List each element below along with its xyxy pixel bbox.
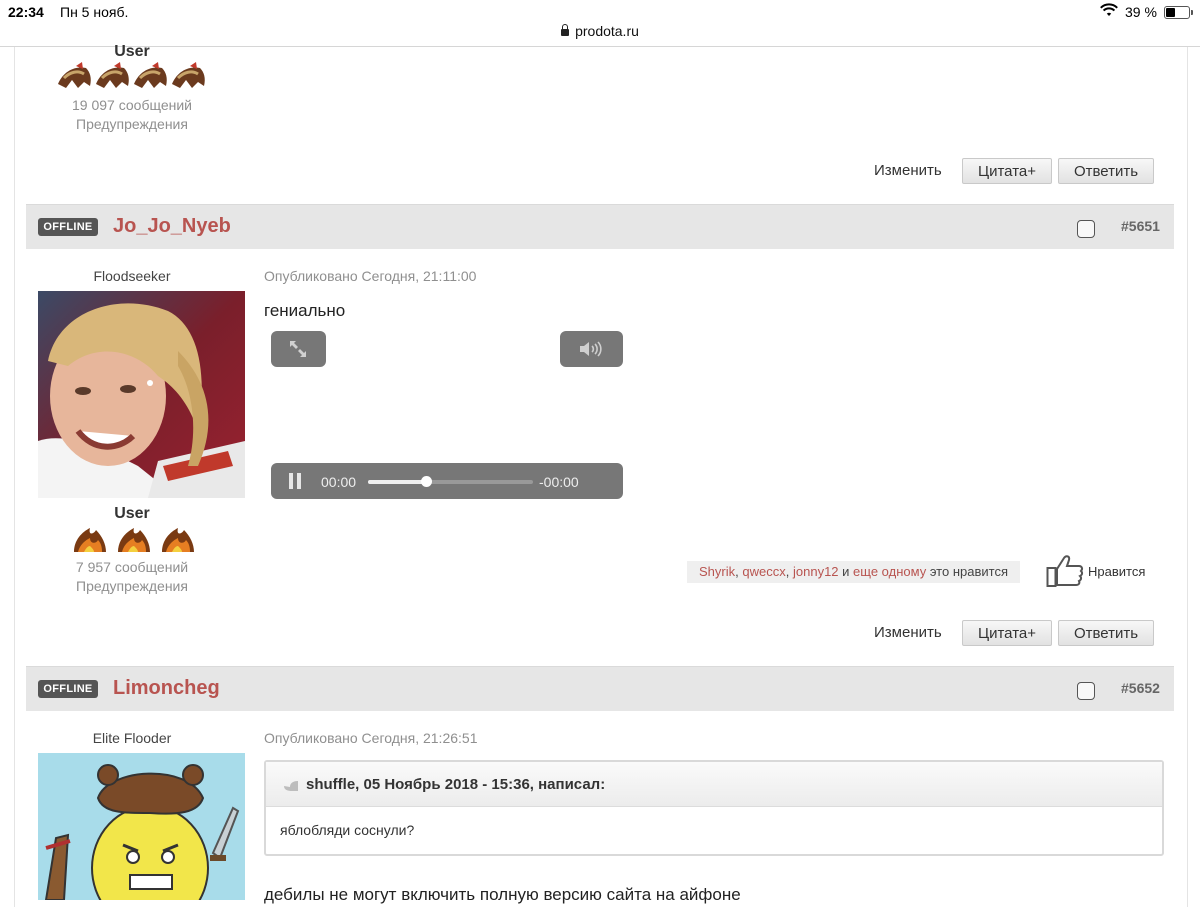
expand-icon xyxy=(290,341,306,357)
offline-badge: OFFLINE xyxy=(38,218,98,236)
select-post-checkbox[interactable] xyxy=(1077,220,1095,238)
username-link[interactable]: Jo_Jo_Nyeb xyxy=(113,215,231,238)
status-date: Пн 5 нояб. xyxy=(60,4,129,20)
user-rank: User xyxy=(114,505,150,522)
likes-and: и xyxy=(842,564,850,579)
quote-header: shuffle, 05 Ноябрь 2018 - 15:36, написал… xyxy=(266,762,1162,807)
reply-button[interactable]: Ответить xyxy=(1058,158,1154,184)
quote-block: shuffle, 05 Ноябрь 2018 - 15:36, написал… xyxy=(264,760,1164,856)
previous-post-messages: 19 097 сообщений xyxy=(72,97,192,113)
avatar[interactable] xyxy=(38,753,245,900)
speaker-icon xyxy=(580,341,602,357)
rank-title: Floodseeker xyxy=(93,268,171,284)
status-bar: 22:34 Пн 5 нояб. prodota.ru 39 % xyxy=(0,0,1200,47)
fire-rank-icon xyxy=(74,528,194,552)
post-body-text: гениально xyxy=(264,301,346,320)
edit-button[interactable]: Изменить xyxy=(874,162,942,179)
liker-separator: , xyxy=(785,564,790,579)
seek-handle[interactable] xyxy=(420,476,432,487)
wifi-icon xyxy=(1100,3,1118,16)
post-header: OFFLINE Jo_Jo_Nyeb #5651 xyxy=(26,204,1174,249)
post-number-link[interactable]: #5651 xyxy=(1121,218,1160,234)
post-date: Опубликовано Сегодня, 21:26:51 xyxy=(264,730,478,746)
likes-suffix: это нравится xyxy=(929,564,1008,579)
current-time: 00:00 xyxy=(321,474,357,490)
likes-summary: Shyrik, qweccx, jonny12 и еще одному это… xyxy=(687,561,1020,583)
likes-more-link[interactable]: еще одному xyxy=(853,564,926,579)
edit-button[interactable]: Изменить xyxy=(874,624,942,641)
quote-arrow-icon[interactable] xyxy=(282,778,300,792)
post-body-text: дебилы не могут включить полную версию с… xyxy=(264,885,741,904)
username-link[interactable]: Limoncheg xyxy=(113,677,220,700)
avatar[interactable] xyxy=(38,291,245,498)
pause-icon[interactable] xyxy=(288,473,302,489)
thumbs-up-icon xyxy=(1046,555,1084,587)
seek-progress xyxy=(368,480,426,484)
quote-button[interactable]: Цитата+ xyxy=(962,620,1052,646)
seek-bar[interactable] xyxy=(368,476,533,487)
address-bar[interactable]: prodota.ru xyxy=(0,23,1200,39)
post-date: Опубликовано Сегодня, 21:11:00 xyxy=(264,268,477,284)
post-number-link[interactable]: #5652 xyxy=(1121,680,1160,696)
like-label: Нравится xyxy=(1088,564,1146,579)
quote-text: яблобляди соснули? xyxy=(280,822,415,838)
status-time: 22:34 xyxy=(8,4,44,20)
liker-link[interactable]: qweccx xyxy=(742,564,785,579)
select-post-checkbox[interactable] xyxy=(1077,682,1095,700)
liker-separator: , xyxy=(735,564,739,579)
liker-link[interactable]: Shyrik xyxy=(699,564,735,579)
like-button[interactable]: Нравится xyxy=(1046,554,1156,588)
previous-post-warnings[interactable]: Предупреждения xyxy=(32,116,232,132)
battery-icon xyxy=(1164,6,1193,19)
reply-button[interactable]: Ответить xyxy=(1058,620,1154,646)
quote-button[interactable]: Цитата+ xyxy=(962,158,1052,184)
rank-title: Elite Flooder xyxy=(92,730,172,746)
liker-link[interactable]: jonny12 xyxy=(793,564,839,579)
address-url: prodota.ru xyxy=(575,23,639,39)
fullscreen-button[interactable] xyxy=(271,331,326,367)
message-count: 7 957 сообщений xyxy=(75,559,189,575)
offline-badge: OFFLINE xyxy=(38,680,98,698)
volume-button[interactable] xyxy=(560,331,623,367)
lock-icon xyxy=(561,24,570,36)
remaining-time: -00:00 xyxy=(539,474,579,490)
video-controls-bar: 00:00 -00:00 xyxy=(271,463,623,499)
quote-author: shuffle, 05 Ноябрь 2018 - 15:36, написал… xyxy=(306,776,606,793)
mount-rank-icon xyxy=(58,60,207,90)
battery-percent: 39 % xyxy=(1125,4,1157,20)
warnings-link[interactable]: Предупреждения xyxy=(32,578,232,594)
post-header: OFFLINE Limoncheg #5652 xyxy=(26,666,1174,711)
previous-post-rank: User xyxy=(114,43,150,60)
